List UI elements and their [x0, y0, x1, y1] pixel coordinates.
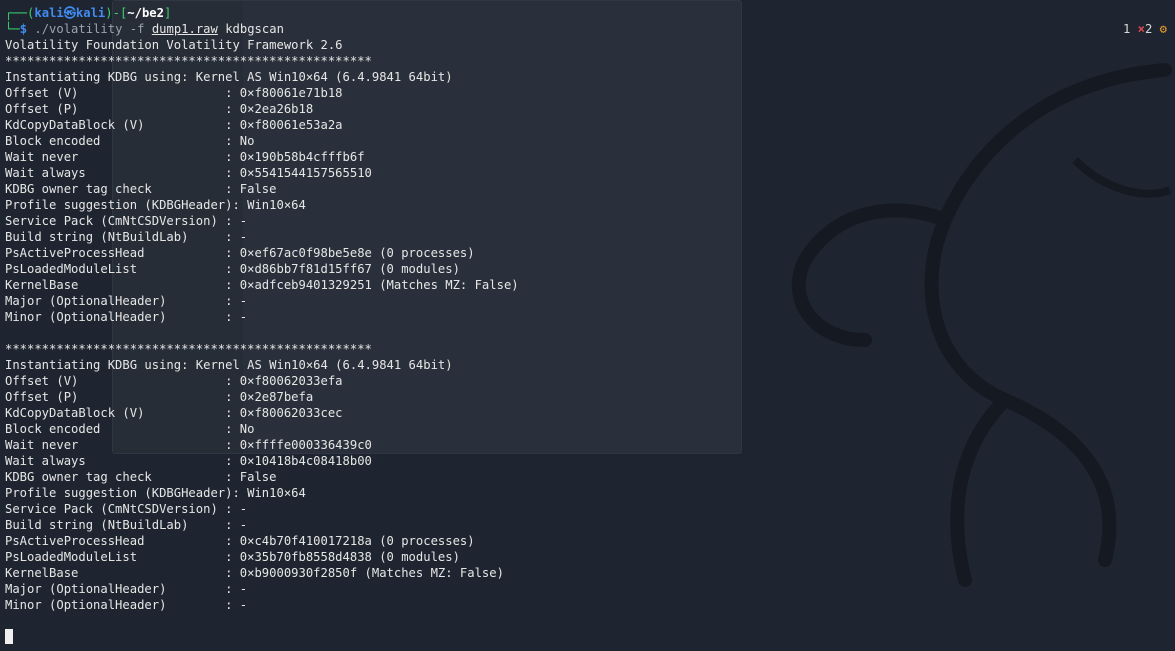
- job-count: 1: [1122, 22, 1131, 36]
- prompt-header: ┌──(kali㉿kali)-[~/be2]: [5, 6, 172, 20]
- output-line: Offset (P) : 0×2ea26b18: [5, 102, 314, 116]
- output-line: KernelBase : 0×adfceb9401329251 (Matches…: [5, 278, 519, 292]
- output-line: Wait never : 0×190b58b4cfffb6f: [5, 150, 365, 164]
- output-line: PsLoadedModuleList : 0×d86bb7f81d15ff67 …: [5, 262, 460, 276]
- terminal-cursor: [5, 629, 13, 644]
- output-line: Service Pack (CmNtCSDVersion) : -: [5, 502, 248, 516]
- command-line: └─$ ./volatility -f dump1.raw kdbgscan: [5, 22, 284, 36]
- command-plugin-argument: kdbgscan: [225, 22, 284, 36]
- gear-icon: ⚙: [1159, 22, 1167, 36]
- command-name: ./volatility: [34, 22, 123, 36]
- output-line: Offset (V) : 0×f80061e71b18: [5, 86, 343, 100]
- output-line: Build string (NtBuildLab) : -: [5, 518, 248, 532]
- output-line: PsActiveProcessHead : 0×ef67ac0f98be5e8e…: [5, 246, 475, 260]
- output-line: Block encoded : No: [5, 134, 255, 148]
- output-line: KdCopyDataBlock (V) : 0×f80062033cec: [5, 406, 343, 420]
- output-line: Build string (NtBuildLab) : -: [5, 230, 248, 244]
- output-line: ****************************************…: [5, 54, 372, 68]
- error-x-icon: ×: [1137, 22, 1145, 36]
- output-line: KernelBase : 0×b9000930f2850f (Matches M…: [5, 566, 504, 580]
- terminal[interactable]: ┌──(kali㉿kali)-[~/be2] └─$ ./volatility …: [0, 0, 1175, 651]
- output-line: Wait never : 0×ffffe000336439c0: [5, 438, 372, 452]
- output-line: PsLoadedModuleList : 0×35b70fb8558d4838 …: [5, 550, 460, 564]
- output-line: KDBG owner tag check : False: [5, 470, 277, 484]
- output-line: Instantiating KDBG using: Kernel AS Win1…: [5, 70, 453, 84]
- output-line: ****************************************…: [5, 342, 372, 356]
- output-line: PsActiveProcessHead : 0×c4b70f410017218a…: [5, 534, 475, 548]
- error-count: 2: [1144, 22, 1153, 36]
- output-line: Profile suggestion (KDBGHeader): Win10×6…: [5, 198, 306, 212]
- prompt-user: kali: [34, 6, 64, 20]
- prompt-status: 1 ×2 ⚙: [1123, 21, 1167, 37]
- output-line: Volatility Foundation Volatility Framewo…: [5, 38, 343, 52]
- output-line: Major (OptionalHeader) : -: [5, 582, 248, 596]
- output-line: Wait always : 0×5541544157565510: [5, 166, 372, 180]
- prompt-host: kali: [75, 6, 106, 20]
- output-line: Profile suggestion (KDBGHeader): Win10×6…: [5, 486, 306, 500]
- output-line: Minor (OptionalHeader) : -: [5, 598, 248, 612]
- command-file-argument: dump1.raw: [151, 22, 218, 36]
- output-line: Wait always : 0×10418b4c08418b00: [5, 454, 372, 468]
- command-flag: -f: [129, 22, 145, 36]
- prompt-at-symbol: ㉿: [63, 6, 76, 20]
- output-line: Instantiating KDBG using: Kernel AS Win1…: [5, 358, 453, 372]
- output-line: KDBG owner tag check : False: [5, 182, 277, 196]
- output-line: Offset (V) : 0×f80062033efa: [5, 374, 343, 388]
- output-line: KdCopyDataBlock (V) : 0×f80061e53a2a: [5, 118, 343, 132]
- output-line: Major (OptionalHeader) : -: [5, 294, 248, 308]
- prompt-path: ~/be2: [127, 6, 164, 20]
- output-line: Minor (OptionalHeader) : -: [5, 310, 248, 324]
- output-line: Offset (P) : 0×2e87befa: [5, 390, 314, 404]
- output-line: Block encoded : No: [5, 422, 255, 436]
- output-line: Service Pack (CmNtCSDVersion) : -: [5, 214, 248, 228]
